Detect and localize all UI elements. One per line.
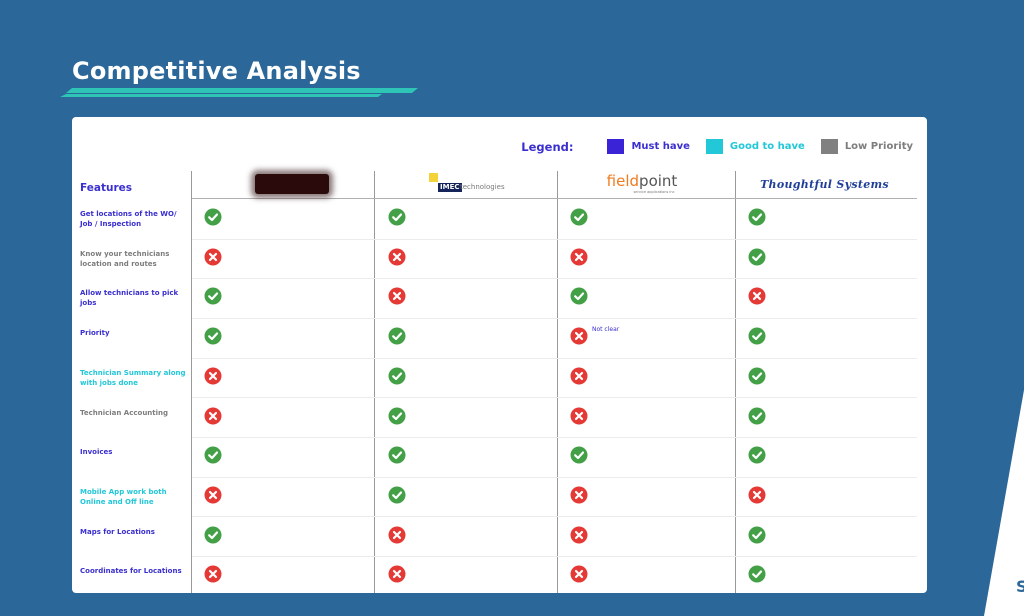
legend-swatch-low-priority xyxy=(820,139,838,154)
feature-label: Mobile App work both Online and Off line xyxy=(80,487,167,506)
cross-icon xyxy=(204,407,222,425)
check-icon xyxy=(204,526,222,544)
check-icon xyxy=(204,287,222,305)
fieldpoint-logo-subtext: service applications inc xyxy=(633,190,675,194)
table-row: Get locations of the WO/ Job / Inspectio… xyxy=(72,200,917,240)
table-row: Invoices xyxy=(72,438,917,478)
cross-icon xyxy=(748,486,766,504)
imec-logo-text: technologies xyxy=(460,183,505,191)
cross-icon xyxy=(570,327,588,345)
cross-icon xyxy=(570,248,588,266)
feature-label: Allow technicians to pick jobs xyxy=(80,289,179,308)
check-icon xyxy=(570,287,588,305)
cross-icon xyxy=(388,565,406,583)
imec-technologies-logo: IMEC technologies xyxy=(417,171,517,197)
table-row: Maps for Locations xyxy=(72,518,917,558)
legend: Legend: Must have Good to have Low Prior… xyxy=(521,139,913,154)
fieldpoint-logo-text-b: point xyxy=(639,172,678,190)
svg-text:S: S xyxy=(1016,577,1024,596)
cross-icon xyxy=(570,486,588,504)
legend-swatch-must-have xyxy=(607,139,625,154)
fieldpoint-logo: fieldpoint service applications inc xyxy=(597,171,687,197)
check-icon xyxy=(748,327,766,345)
check-icon xyxy=(748,248,766,266)
check-icon xyxy=(204,446,222,464)
check-icon xyxy=(748,367,766,385)
check-icon xyxy=(388,486,406,504)
cross-icon xyxy=(570,526,588,544)
table-row: Mobile App work both Online and Off line xyxy=(72,478,917,518)
fieldpoint-logo-text-a: field xyxy=(606,172,640,190)
thoughtful-systems-logo: Thoughtful Systems xyxy=(752,171,897,197)
check-icon xyxy=(204,327,222,345)
legend-swatch-good-to-have xyxy=(705,139,723,154)
check-icon xyxy=(388,407,406,425)
table-row: Technician Accounting xyxy=(72,399,917,438)
page-title: Competitive Analysis xyxy=(72,57,361,85)
legend-item-good-to-have: Good to have xyxy=(705,139,805,154)
table-row: Technician Summary along with jobs done xyxy=(72,359,917,399)
legend-label: Good to have xyxy=(729,141,805,152)
cross-icon xyxy=(388,526,406,544)
legend-item-low-priority: Low Priority xyxy=(820,139,913,154)
check-icon xyxy=(388,208,406,226)
cross-icon xyxy=(570,407,588,425)
check-icon xyxy=(570,446,588,464)
cross-icon xyxy=(748,287,766,305)
check-icon xyxy=(748,446,766,464)
cross-icon xyxy=(388,287,406,305)
cross-icon xyxy=(570,367,588,385)
redacted-competitor-logo xyxy=(247,171,337,197)
check-icon xyxy=(748,407,766,425)
thoughtful-systems-logo-text: Thoughtful Systems xyxy=(760,177,889,191)
legend-label: Low Priority xyxy=(844,141,913,152)
feature-label: Technician Accounting xyxy=(80,408,169,417)
check-icon xyxy=(388,446,406,464)
feature-label: Know your technicians location and route… xyxy=(80,249,170,268)
feature-label: Get locations of the WO/ Job / Inspectio… xyxy=(80,210,177,228)
cross-icon xyxy=(570,565,588,583)
check-icon xyxy=(748,526,766,544)
check-icon xyxy=(570,208,588,226)
features-header: Features xyxy=(80,182,132,194)
check-icon xyxy=(748,565,766,583)
comparison-card: Legend: Must have Good to have Low Prior… xyxy=(72,117,927,593)
table-row: Priority Not clear xyxy=(72,319,917,359)
feature-label: Priority xyxy=(80,329,110,338)
cross-icon xyxy=(204,565,222,583)
imec-badge: IMEC xyxy=(438,183,462,192)
cell-note: Not clear xyxy=(592,326,620,334)
comparison-table: Features IMEC technologies fieldpoint se… xyxy=(72,167,927,593)
legend-label: Must have xyxy=(631,141,690,152)
table-row: Coordinates for Locations xyxy=(72,557,917,593)
cross-icon xyxy=(204,486,222,504)
table-row: Allow technicians to pick jobs xyxy=(72,279,917,319)
feature-label: Technician Summary along with jobs done xyxy=(80,368,186,387)
cross-icon xyxy=(204,248,222,266)
legend-title: Legend: xyxy=(521,139,574,154)
legend-item-must-have: Must have xyxy=(607,139,690,154)
feature-label: Coordinates for Locations xyxy=(80,567,182,576)
check-icon xyxy=(388,327,406,345)
check-icon xyxy=(748,208,766,226)
table-row: Know your technicians location and route… xyxy=(72,240,917,280)
check-icon xyxy=(204,208,222,226)
check-icon xyxy=(388,367,406,385)
cross-icon xyxy=(204,367,222,385)
header-divider xyxy=(192,198,917,199)
feature-label: Invoices xyxy=(80,448,113,457)
feature-label: Maps for Locations xyxy=(80,527,155,536)
cross-icon xyxy=(388,248,406,266)
